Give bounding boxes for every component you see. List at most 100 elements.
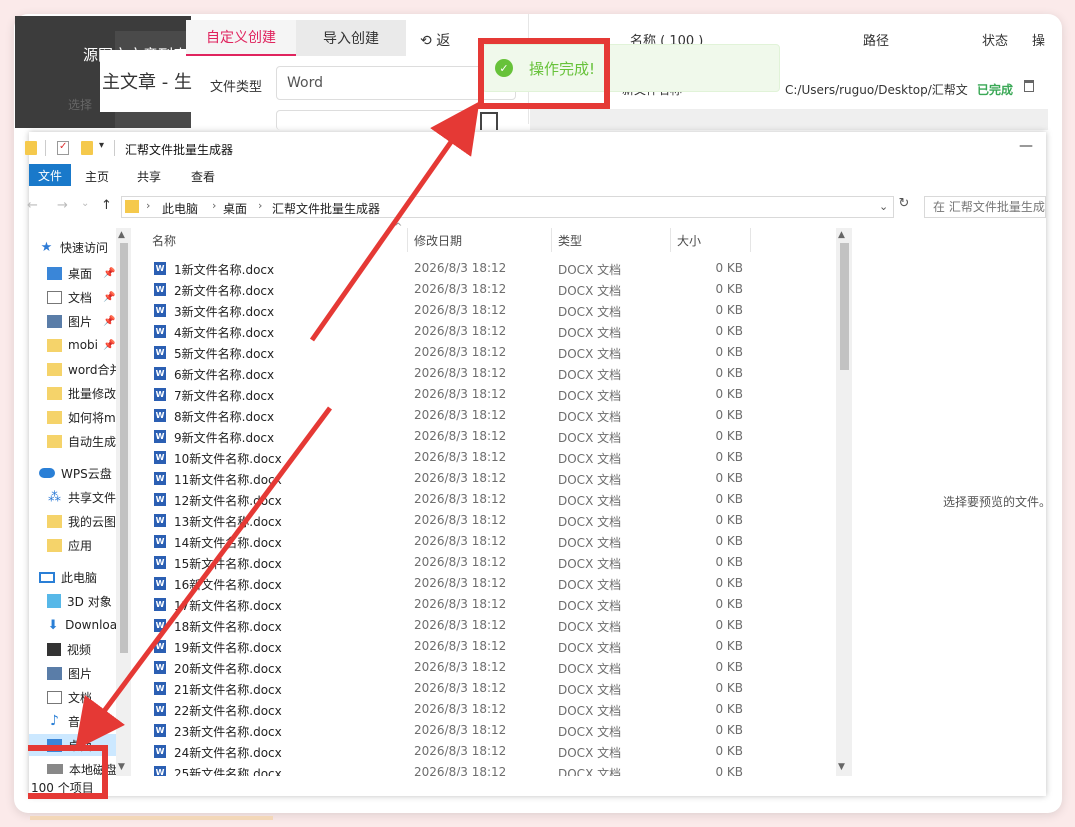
- file-row[interactable]: W 3新文件名称.docx 2026/8/3 18:12 DOCX 文档 0 KB: [149, 300, 849, 321]
- scroll-up-icon[interactable]: ▲: [118, 230, 125, 240]
- nav-scroll-thumb[interactable]: [120, 243, 128, 653]
- breadcrumb-folder[interactable]: 汇帮文件批量生成器: [272, 200, 380, 217]
- trash-icon[interactable]: [1024, 80, 1034, 92]
- minimize-button[interactable]: —: [1019, 138, 1033, 154]
- ribbon-tab-home[interactable]: 主页: [85, 168, 109, 185]
- file-name: 18新文件名称.docx: [174, 620, 282, 634]
- file-name: 7新文件名称.docx: [174, 389, 275, 403]
- file-row[interactable]: W 12新文件名称.docx 2026/8/3 18:12 DOCX 文档 0 KB: [149, 489, 849, 510]
- folder-icon: [125, 200, 139, 213]
- up-arrow-icon[interactable]: ↑: [101, 198, 112, 213]
- breadcrumb-separator: ›: [258, 199, 263, 212]
- file-row[interactable]: W 21新文件名称.docx 2026/8/3 18:12 DOCX 文档 0 KB: [149, 678, 849, 699]
- file-row[interactable]: W 25新文件名称.docx 2026/8/3 18:12 DOCX 文档 0 KB: [149, 762, 849, 776]
- scroll-down-icon[interactable]: ▼: [838, 762, 845, 772]
- column-divider[interactable]: [750, 228, 751, 252]
- col-header-date[interactable]: 修改日期: [414, 232, 462, 249]
- filetype-label: 文件类型: [210, 80, 263, 95]
- scroll-up-icon[interactable]: ▲: [838, 230, 845, 240]
- folder-icon: [25, 141, 37, 155]
- back-arrow-icon[interactable]: ←: [27, 198, 38, 213]
- nav-item-label: 批量修改: [68, 386, 117, 401]
- recent-chevron-icon[interactable]: ⌄: [81, 198, 89, 209]
- nav-item-label: 文档: [68, 290, 93, 305]
- file-date: 2026/8/3 18:12: [414, 387, 507, 401]
- col-header-size[interactable]: 大小: [677, 232, 701, 249]
- search-input[interactable]: 在 汇帮文件批量生成器 中搜索: [924, 196, 1046, 218]
- file-date: 2026/8/3 18:12: [414, 744, 507, 758]
- file-row[interactable]: W 11新文件名称.docx 2026/8/3 18:12 DOCX 文档 0 KB: [149, 468, 849, 489]
- annotation-box-count: [28, 745, 108, 799]
- file-row[interactable]: W 8新文件名称.docx 2026/8/3 18:12 DOCX 文档 0 KB: [149, 405, 849, 426]
- file-row[interactable]: W 13新文件名称.docx 2026/8/3 18:12 DOCX 文档 0 KB: [149, 510, 849, 531]
- properties-icon[interactable]: [57, 141, 69, 155]
- col-action-header: 操: [1032, 34, 1046, 49]
- file-row[interactable]: W 17新文件名称.docx 2026/8/3 18:12 DOCX 文档 0 KB: [149, 594, 849, 615]
- file-name: 3新文件名称.docx: [174, 305, 275, 319]
- file-name: 6新文件名称.docx: [174, 368, 275, 382]
- nav-item-label: 桌面: [68, 266, 93, 281]
- address-bar[interactable]: › 此电脑 › 桌面 › 汇帮文件批量生成器 ⌄: [121, 196, 894, 218]
- word-doc-icon: W: [154, 556, 166, 569]
- file-row[interactable]: W 10新文件名称.docx 2026/8/3 18:12 DOCX 文档 0 KB: [149, 447, 849, 468]
- file-row[interactable]: W 4新文件名称.docx 2026/8/3 18:12 DOCX 文档 0 KB: [149, 321, 849, 342]
- create-tabs: 自定义创建 导入创建: [186, 20, 406, 56]
- forward-arrow-icon[interactable]: →: [57, 198, 68, 213]
- file-row[interactable]: W 5新文件名称.docx 2026/8/3 18:12 DOCX 文档 0 KB: [149, 342, 849, 363]
- file-size: 0 KB: [715, 282, 743, 296]
- back-button[interactable]: ⟲ 返: [420, 30, 450, 50]
- file-list-scroll-thumb[interactable]: [840, 243, 849, 370]
- preview-hint: 选择要预览的文件。: [943, 495, 1052, 509]
- breadcrumb-this-pc[interactable]: 此电脑: [162, 200, 198, 217]
- folder-icon: [47, 410, 62, 424]
- tab-custom-create[interactable]: 自定义创建: [186, 20, 296, 56]
- file-size: 0 KB: [715, 555, 743, 569]
- file-row[interactable]: W 14新文件名称.docx 2026/8/3 18:12 DOCX 文档 0 KB: [149, 531, 849, 552]
- folder-open-icon[interactable]: [480, 112, 498, 130]
- tab-import-create[interactable]: 导入创建: [296, 20, 406, 56]
- ribbon-tab-file[interactable]: 文件: [29, 164, 71, 186]
- file-name: 11新文件名称.docx: [174, 473, 282, 487]
- refresh-icon[interactable]: ↻: [895, 196, 913, 218]
- col-header-type[interactable]: 类型: [558, 232, 582, 249]
- table-footer-band: [530, 110, 1048, 130]
- file-row[interactable]: W 23新文件名称.docx 2026/8/3 18:12 DOCX 文档 0 KB: [149, 720, 849, 741]
- file-explorer-window: ▾ 汇帮文件批量生成器 — 文件 主页 共享 查看 ← → ⌄ ↑ › 此电脑 …: [25, 132, 1051, 796]
- file-type: DOCX 文档: [558, 536, 622, 550]
- file-row[interactable]: W 22新文件名称.docx 2026/8/3 18:12 DOCX 文档 0 KB: [149, 699, 849, 720]
- file-date: 2026/8/3 18:12: [414, 471, 507, 485]
- file-date: 2026/8/3 18:12: [414, 282, 507, 296]
- customize-toolbar-icon[interactable]: ▾: [99, 140, 104, 151]
- file-row[interactable]: W 2新文件名称.docx 2026/8/3 18:12 DOCX 文档 0 KB: [149, 279, 849, 300]
- file-row[interactable]: W 24新文件名称.docx 2026/8/3 18:12 DOCX 文档 0 KB: [149, 741, 849, 762]
- file-row[interactable]: W 6新文件名称.docx 2026/8/3 18:12 DOCX 文档 0 KB: [149, 363, 849, 384]
- file-row[interactable]: W 1新文件名称.docx 2026/8/3 18:12 DOCX 文档 0 KB: [149, 258, 849, 279]
- word-doc-icon: W: [154, 388, 166, 401]
- column-divider[interactable]: [407, 228, 408, 252]
- column-divider[interactable]: [670, 228, 671, 252]
- file-type: DOCX 文档: [558, 389, 622, 403]
- breadcrumb-desktop[interactable]: 桌面: [223, 200, 247, 217]
- ribbon-tab-share[interactable]: 共享: [137, 168, 161, 185]
- file-row[interactable]: W 18新文件名称.docx 2026/8/3 18:12 DOCX 文档 0 KB: [149, 615, 849, 636]
- nav-item-label: 文档: [68, 690, 93, 705]
- address-dropdown-icon[interactable]: ⌄: [879, 200, 888, 213]
- file-name: 13新文件名称.docx: [174, 515, 282, 529]
- file-type: DOCX 文档: [558, 284, 622, 298]
- file-date: 2026/8/3 18:12: [414, 513, 507, 527]
- ribbon-tab-view[interactable]: 查看: [191, 168, 215, 185]
- file-row[interactable]: W 15新文件名称.docx 2026/8/3 18:12 DOCX 文档 0 KB: [149, 552, 849, 573]
- column-divider[interactable]: [551, 228, 552, 252]
- col-header-name[interactable]: 名称: [152, 232, 176, 249]
- file-row[interactable]: W 19新文件名称.docx 2026/8/3 18:12 DOCX 文档 0 KB: [149, 636, 849, 657]
- nav-item-label: 共享文件: [68, 490, 117, 505]
- file-row[interactable]: W 16新文件名称.docx 2026/8/3 18:12 DOCX 文档 0 KB: [149, 573, 849, 594]
- file-row[interactable]: W 20新文件名称.docx 2026/8/3 18:12 DOCX 文档 0 KB: [149, 657, 849, 678]
- file-list-scrollbar[interactable]: ▲ ▼: [836, 228, 852, 776]
- file-row[interactable]: W 9新文件名称.docx 2026/8/3 18:12 DOCX 文档 0 KB: [149, 426, 849, 447]
- file-row[interactable]: W 7新文件名称.docx 2026/8/3 18:12 DOCX 文档 0 KB: [149, 384, 849, 405]
- nav-scrollbar[interactable]: ▲ ▼: [116, 228, 131, 776]
- scroll-down-icon[interactable]: ▼: [118, 762, 125, 772]
- new-folder-icon[interactable]: [81, 141, 93, 155]
- path-input[interactable]: [276, 110, 471, 130]
